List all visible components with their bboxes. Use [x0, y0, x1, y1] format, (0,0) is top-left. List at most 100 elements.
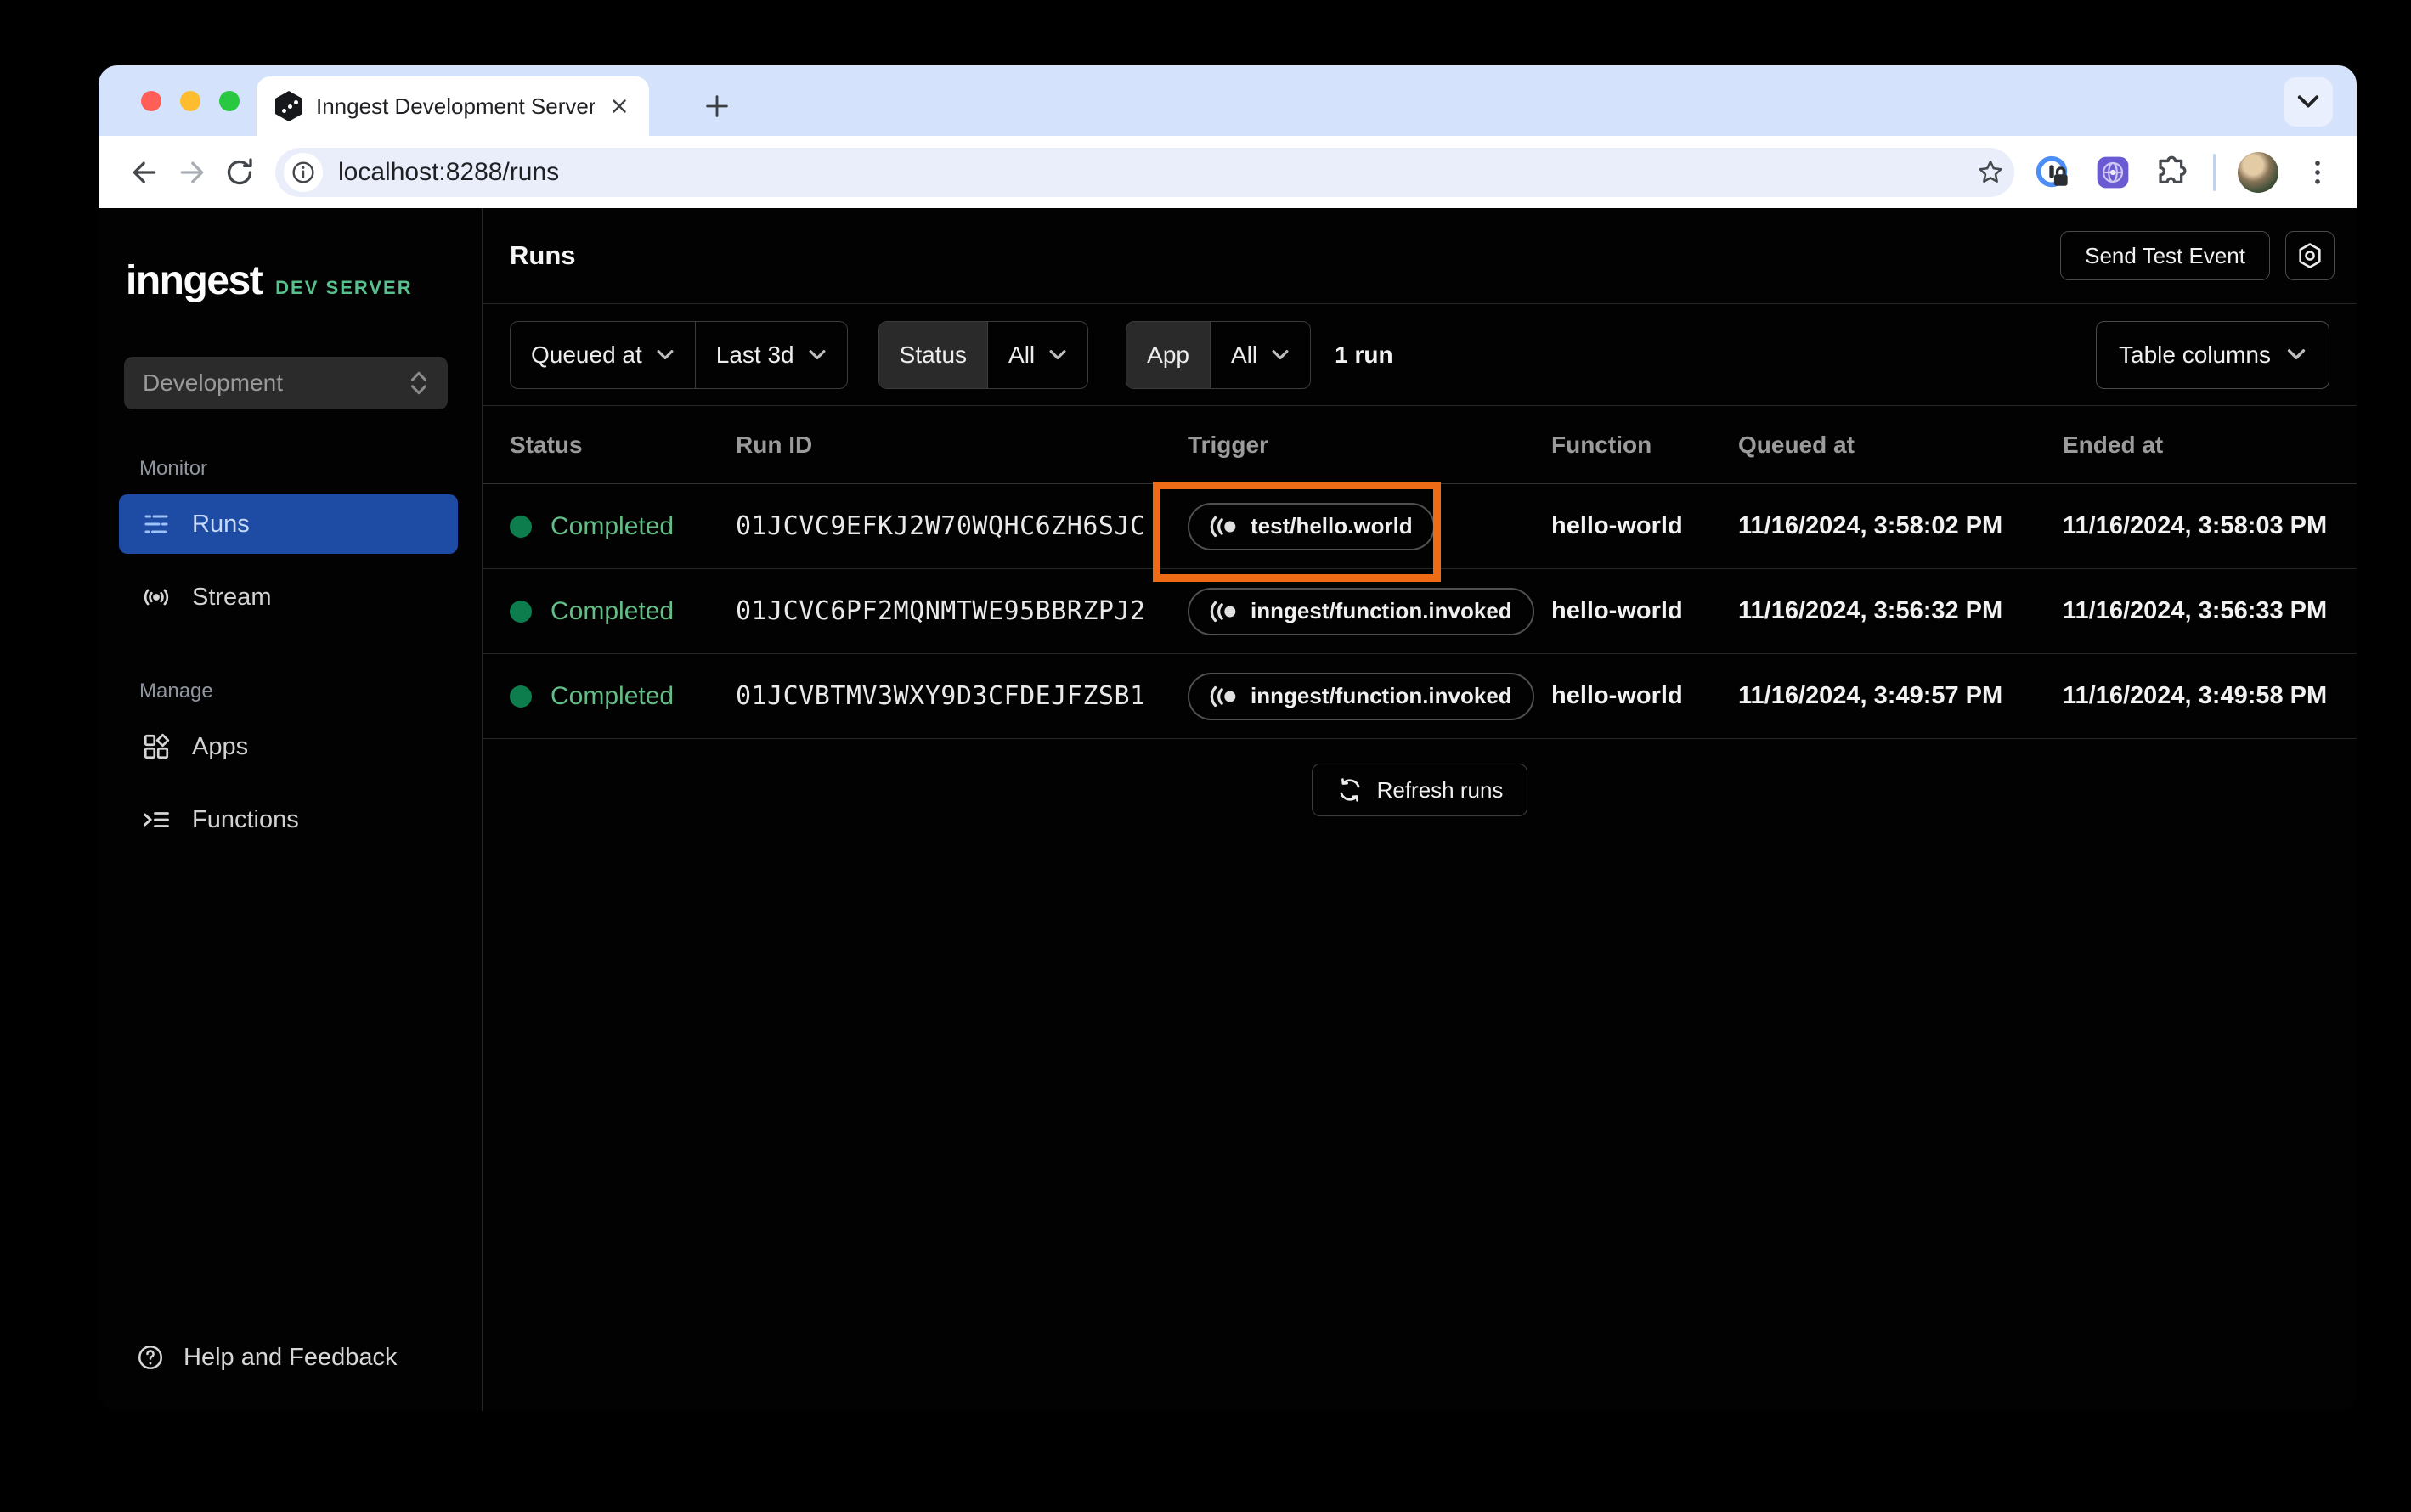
help-and-feedback[interactable]: Help and Feedback: [99, 1343, 482, 1411]
sidebar-item-apps[interactable]: Apps: [119, 717, 458, 776]
trigger-badge[interactable]: test/hello.world: [1188, 502, 1435, 550]
function-name: hello-world: [1551, 682, 1683, 709]
event-trigger-icon: [1210, 601, 1236, 622]
info-icon: [292, 161, 314, 183]
trigger-badge[interactable]: inngest/function.invoked: [1188, 587, 1534, 635]
sidebar-item-label: Apps: [192, 732, 249, 760]
time-range-label: Last 3d: [715, 341, 794, 368]
bookmark-star-icon[interactable]: [1975, 157, 2006, 188]
ended-at-timestamp: 11/16/2024, 3:49:58 PM: [2063, 682, 2328, 709]
new-tab-button[interactable]: [693, 82, 741, 130]
chevron-down-icon: [2287, 349, 2306, 359]
status-filter-dropdown[interactable]: All: [987, 321, 1087, 388]
select-updown-icon: [410, 371, 427, 395]
status-filter-label: Status: [878, 321, 988, 388]
help-icon: [138, 1345, 163, 1370]
plus-icon: [706, 95, 728, 117]
tab-search-button[interactable]: [2284, 77, 2333, 127]
queued-at-timestamp: 11/16/2024, 3:49:57 PM: [1738, 682, 2003, 709]
column-header-function: Function: [1551, 431, 1652, 458]
sidebar-item-label: Functions: [192, 805, 299, 833]
browser-menu-icon[interactable]: [2301, 155, 2335, 189]
chevron-down-icon: [2297, 95, 2319, 108]
time-field-dropdown[interactable]: Queued at: [511, 322, 695, 388]
inngest-app: inngest DEV SERVER Development Monitor R…: [99, 208, 2357, 1411]
back-button[interactable]: [121, 149, 168, 196]
sidebar-item-runs[interactable]: Runs: [119, 494, 458, 554]
browser-toolbar: localhost:8288/runs: [99, 136, 2357, 208]
status-text: Completed: [551, 596, 675, 625]
trigger-name: test/hello.world: [1251, 513, 1413, 539]
apps-icon: [144, 733, 170, 759]
reload-button[interactable]: [216, 149, 263, 196]
column-header-run-id: Run ID: [736, 431, 813, 458]
table-row[interactable]: Completed 01JCVC6PF2MQNMTWE95BBRZPJ2 inn…: [483, 569, 2357, 654]
dev-server-badge: DEV SERVER: [275, 277, 413, 298]
gear-icon: [2299, 243, 2321, 268]
settings-button[interactable]: [2285, 231, 2335, 280]
table-columns-button[interactable]: Table columns: [2096, 320, 2329, 389]
address-bar[interactable]: localhost:8288/runs: [275, 147, 2014, 197]
trigger-name: inngest/function.invoked: [1251, 598, 1512, 623]
send-test-event-button[interactable]: Send Test Event: [2060, 231, 2270, 280]
status-dot-icon: [510, 685, 532, 708]
sidebar-item-functions[interactable]: Functions: [119, 790, 458, 849]
environment-value: Development: [143, 370, 283, 396]
minimize-window-button[interactable]: [180, 91, 200, 111]
forward-arrow-icon: [180, 161, 204, 183]
close-window-button[interactable]: [141, 91, 161, 111]
environment-selector[interactable]: Development: [124, 357, 448, 409]
stream-icon: [144, 589, 169, 606]
site-info-button[interactable]: [284, 152, 323, 192]
manage-section-label: Manage: [139, 680, 213, 702]
profile-avatar[interactable]: [2238, 151, 2278, 193]
forward-button[interactable]: [168, 149, 216, 196]
toolbar-extensions: [2026, 151, 2335, 193]
app-filter-value: All: [1230, 341, 1258, 368]
browser-window: Inngest Development Server localhost:828…: [99, 65, 2357, 1411]
inngest-favicon-icon: [275, 91, 302, 121]
sidebar-item-label: Stream: [192, 583, 272, 611]
table-row[interactable]: Completed 01JCVBTMV3WXY9D3CFDEJFZSB1 inn…: [483, 654, 2357, 739]
extensions-puzzle-icon[interactable]: [2154, 154, 2191, 191]
help-label: Help and Feedback: [184, 1343, 398, 1371]
extension-app-icon[interactable]: [2094, 154, 2132, 191]
refresh-runs-button[interactable]: Refresh runs: [1311, 764, 1528, 816]
event-trigger-icon: [1210, 685, 1236, 707]
trigger-name: inngest/function.invoked: [1251, 683, 1512, 708]
column-header-queued-at: Queued at: [1738, 431, 1855, 458]
trigger-badge[interactable]: inngest/function.invoked: [1188, 672, 1534, 720]
back-arrow-icon: [133, 161, 156, 183]
time-range-dropdown[interactable]: Last 3d: [694, 321, 847, 388]
run-id: 01JCVBTMV3WXY9D3CFDEJFZSB1: [736, 681, 1146, 711]
status-text: Completed: [551, 681, 675, 710]
tab-title: Inngest Development Server: [316, 93, 595, 119]
column-header-status: Status: [510, 431, 583, 458]
monitor-section-label: Monitor: [139, 457, 208, 480]
status-dot-icon: [510, 515, 532, 538]
sidebar-item-stream[interactable]: Stream: [119, 567, 458, 627]
column-header-trigger: Trigger: [1188, 431, 1268, 458]
reload-icon: [227, 157, 252, 184]
function-name: hello-world: [1551, 512, 1683, 539]
toolbar-divider: [2213, 153, 2216, 191]
chevron-down-icon: [657, 349, 674, 359]
run-id: 01JCVC9EFKJ2W70WQHC6ZH6SJC: [736, 511, 1146, 541]
ended-at-timestamp: 11/16/2024, 3:58:03 PM: [2063, 512, 2328, 539]
queued-at-timestamp: 11/16/2024, 3:58:02 PM: [1738, 512, 2003, 539]
url-text[interactable]: localhost:8288/runs: [338, 158, 1975, 187]
app-filter-label: App: [1126, 321, 1210, 388]
status-dot-icon: [510, 600, 532, 623]
event-trigger-icon: [1210, 516, 1236, 537]
password-manager-icon[interactable]: [2033, 153, 2072, 192]
maximize-window-button[interactable]: [219, 91, 240, 111]
table-row[interactable]: Completed 01JCVC9EFKJ2W70WQHC6ZH6SJC tes…: [483, 484, 2357, 569]
chevron-down-icon: [809, 349, 826, 359]
tab-close-icon[interactable]: [608, 95, 630, 117]
ended-at-timestamp: 11/16/2024, 3:56:33 PM: [2063, 597, 2328, 624]
run-id: 01JCVC6PF2MQNMTWE95BBRZPJ2: [736, 596, 1146, 626]
browser-tab[interactable]: Inngest Development Server: [257, 76, 649, 136]
time-filter-group: Queued at Last 3d: [510, 320, 848, 389]
app-filter-dropdown[interactable]: All: [1209, 321, 1310, 388]
page-header: Runs Send Test Event: [483, 208, 2357, 304]
